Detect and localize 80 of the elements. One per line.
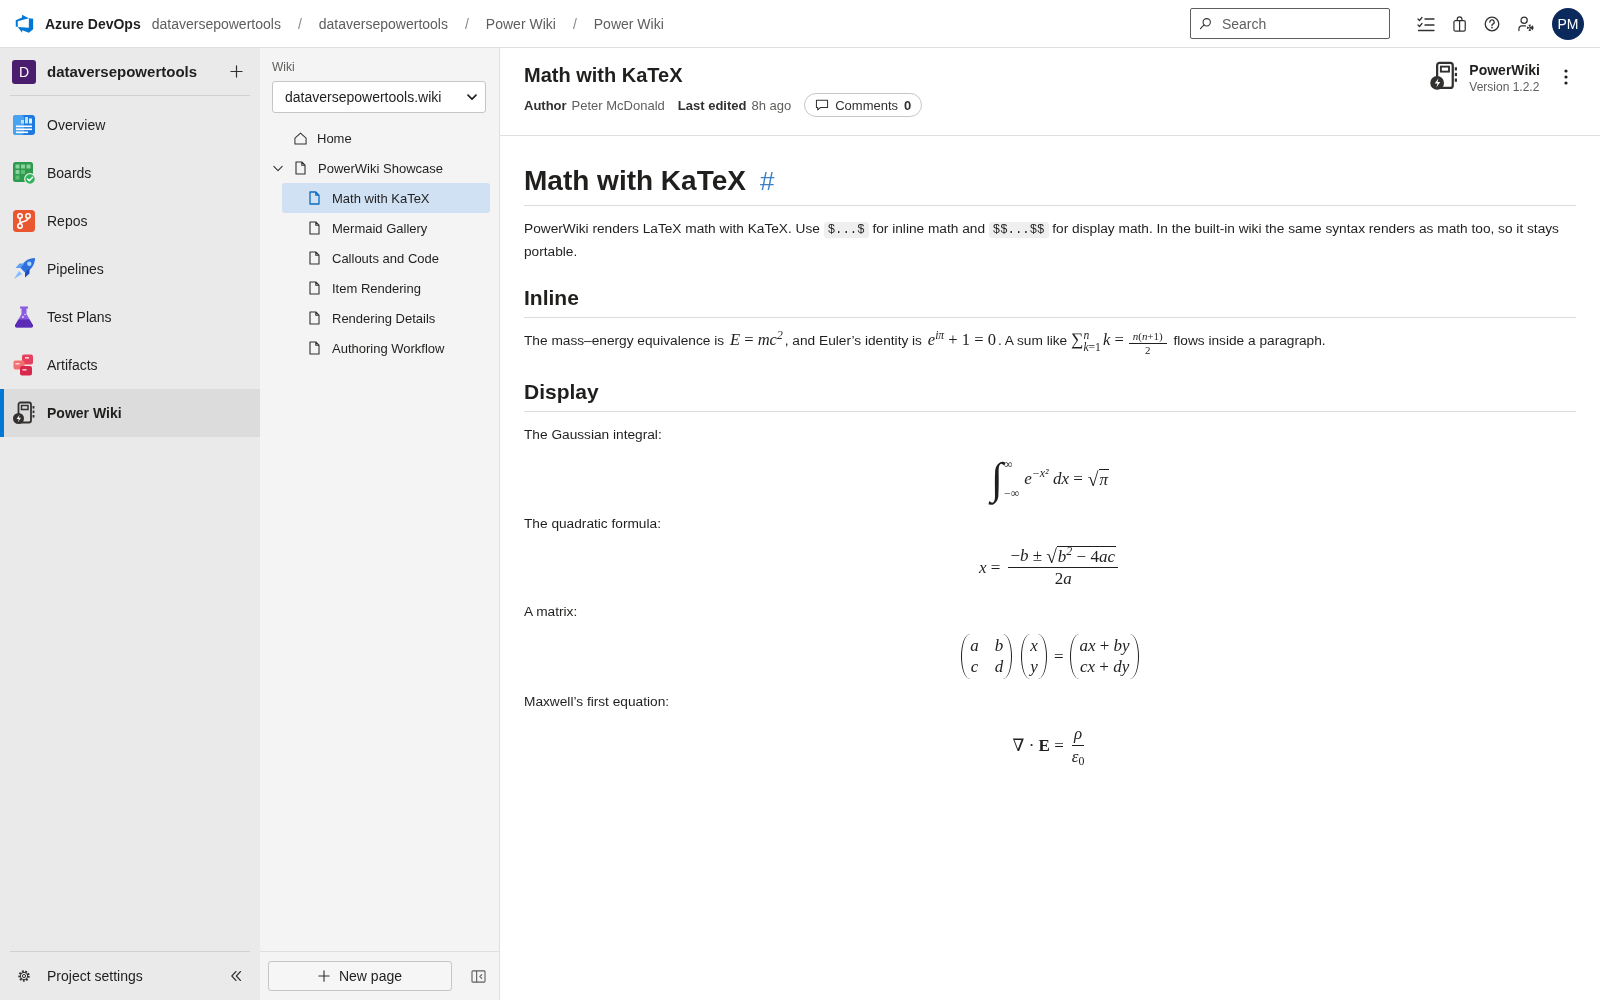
tree-item[interactable]: Math with KaTeX: [282, 183, 490, 213]
math-equation: x = −b ± √b$^{2}$ − 4ac 2a: [979, 546, 1121, 590]
nav-item[interactable]: Power Wiki: [0, 389, 260, 437]
author-label: Author: [524, 97, 567, 113]
sidebar-icon: [470, 969, 486, 983]
search-field[interactable]: Search: [1189, 8, 1390, 39]
comment-icon: [815, 99, 830, 111]
paragraph: The Gaussian integral:: [524, 426, 663, 445]
board-check-icon: [12, 161, 36, 185]
document-icon: [309, 311, 320, 325]
document-icon: [309, 251, 320, 265]
paragraph: PowerWiki renders LaTeX math with KaTeX. Use $...$ for inline math and $$...$$ for display math. In the built-in wiki the same syntax renders as math too, so it stays portable.: [524, 220, 1560, 261]
extension-version: Version 1.2.2: [1469, 79, 1540, 95]
paragraph: A matrix:: [524, 603, 579, 622]
person-gear-icon[interactable]: [1518, 15, 1535, 32]
article-heading: Math with KaTeX: [524, 164, 746, 198]
rocket-icon: [12, 257, 36, 281]
document-icon: [309, 221, 320, 235]
help-icon[interactable]: [1484, 15, 1501, 32]
page-title: Math with KaTeX: [524, 63, 683, 88]
breadcrumb-separator: /: [464, 15, 469, 32]
nav-item[interactable]: Pipelines: [0, 245, 260, 293]
boxes-icon: [12, 353, 36, 377]
double-chevron-left-icon: [230, 970, 242, 982]
tree-item[interactable]: Item Rendering: [282, 273, 490, 303]
tree-item[interactable]: PowerWiki Showcase: [268, 153, 490, 183]
logo-icon[interactable]: [13, 12, 35, 35]
flask-icon: [12, 305, 36, 329]
product-name[interactable]: Azure DevOps: [45, 15, 141, 32]
project-avatar: D: [12, 59, 36, 84]
paragraph: The quadratic formula:: [524, 515, 662, 534]
document-icon: [309, 191, 320, 205]
notebook-bolt-icon: [12, 401, 36, 425]
project-name[interactable]: dataversepowertools: [47, 63, 198, 80]
anchor-link[interactable]: #: [759, 166, 775, 197]
nav-item[interactable]: Overview: [0, 101, 260, 149]
checklist-icon[interactable]: [1416, 15, 1435, 32]
plus-icon: [229, 65, 243, 78]
bag-icon[interactable]: [1452, 15, 1467, 32]
new-page-button[interactable]: New page: [268, 961, 452, 991]
last-edited-time: 8h ago: [751, 97, 792, 113]
tree-item[interactable]: Mermaid Gallery: [282, 213, 490, 243]
paragraph: Maxwell’s first equation:: [524, 693, 671, 712]
tree-item[interactable]: Callouts and Code: [282, 243, 490, 273]
document-icon: [309, 341, 320, 355]
breadcrumb-link[interactable]: Power Wiki: [593, 15, 664, 32]
extension-name: PowerWiki: [1469, 61, 1540, 79]
nav-item[interactable]: Repos: [0, 197, 260, 245]
section-heading: Display: [524, 379, 599, 406]
plus-icon: [317, 970, 330, 982]
document-icon: [295, 161, 306, 175]
last-edited-label: Last edited: [677, 97, 747, 113]
home-icon: [294, 131, 307, 145]
breadcrumb-link[interactable]: dataversepowertools: [318, 15, 448, 32]
comments-button[interactable]: Comments 0: [804, 93, 923, 117]
nav-item[interactable]: Boards: [0, 149, 260, 197]
nav-item[interactable]: Test Plans: [0, 293, 260, 341]
notebook-bolt-icon: [1429, 61, 1460, 91]
section-heading: Inline: [524, 285, 579, 311]
wiki-label: Wiki: [272, 59, 295, 75]
chart-tile-icon: [12, 113, 36, 137]
search-icon: [1198, 17, 1212, 30]
breadcrumb-link[interactable]: Power Wiki: [485, 15, 556, 32]
tree-item[interactable]: Home: [268, 123, 490, 153]
user-avatar[interactable]: PM: [1552, 7, 1584, 40]
author-name: Peter McDonald: [571, 97, 665, 113]
chevron-down-icon[interactable]: [273, 164, 283, 172]
breadcrumb-separator: /: [297, 15, 302, 32]
tree-item[interactable]: Rendering Details: [282, 303, 490, 333]
tree-item[interactable]: Authoring Workflow: [282, 333, 490, 363]
branch-tile-icon: [12, 209, 36, 233]
breadcrumb-link[interactable]: dataversepowertools: [151, 15, 281, 32]
nav-item[interactable]: Artifacts: [0, 341, 260, 389]
wiki-dropdown[interactable]: dataversepowertools.wiki: [272, 81, 486, 113]
chevron-down-icon: [467, 93, 477, 101]
project-settings-link[interactable]: Project settings: [10, 968, 143, 984]
settings-icon: [17, 969, 31, 983]
document-icon: [309, 281, 320, 295]
more-icon: [1564, 69, 1568, 85]
breadcrumb-separator: /: [572, 15, 577, 32]
